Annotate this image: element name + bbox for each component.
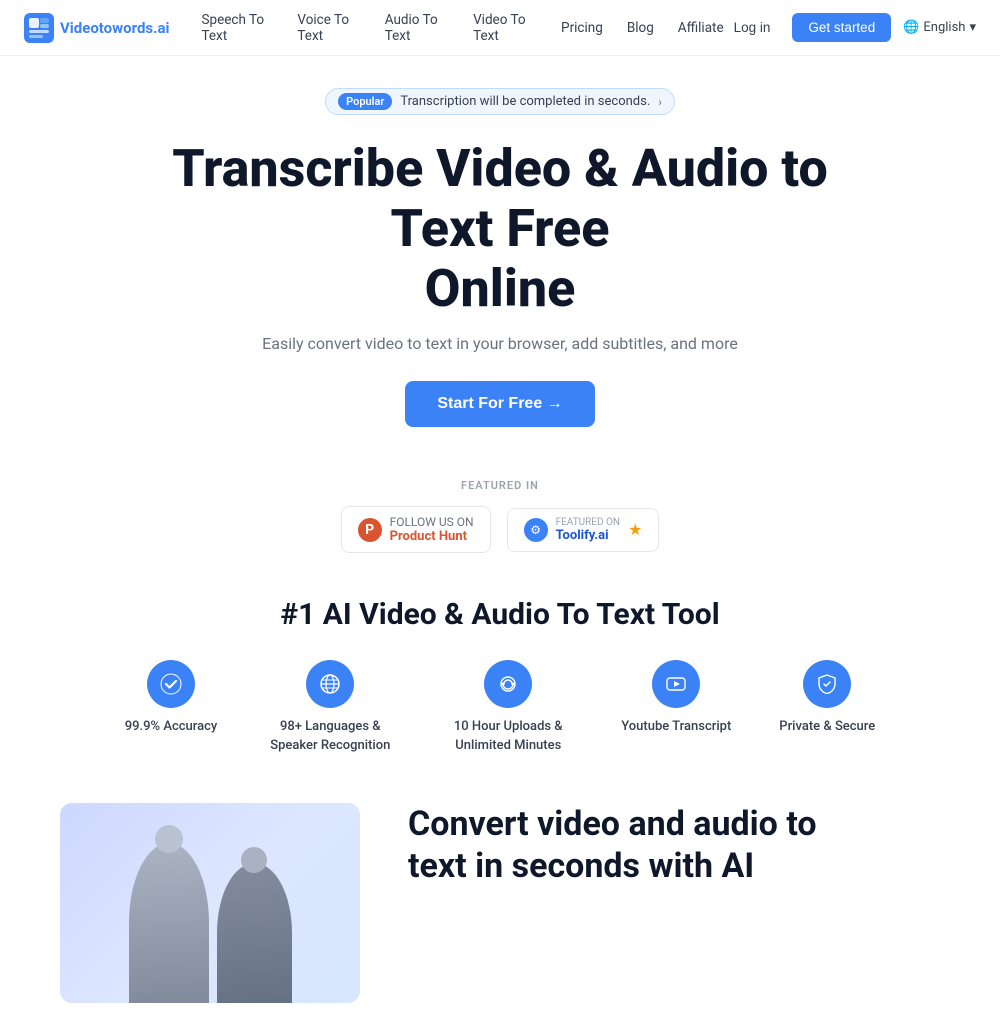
feature-uploads: 10 Hour Uploads & Unlimited Minutes (443, 660, 573, 754)
hero-section: Popular Transcription will be completed … (0, 56, 1000, 479)
popular-tag: Popular (338, 93, 392, 110)
languages-label: 98+ Languages & Speaker Recognition (265, 718, 395, 754)
uploads-icon (484, 660, 532, 708)
product-hunt-text: FOLLOW US ON Product Hunt (390, 515, 474, 544)
featured-logos: P FOLLOW US ON Product Hunt ⚙ FEATURED O… (341, 506, 660, 553)
uploads-label: 10 Hour Uploads & Unlimited Minutes (443, 718, 573, 754)
features-section: #1 AI Video & Audio To Text Tool 99.9% A… (0, 589, 1000, 782)
toolify-badge[interactable]: ⚙ FEATURED ON Toolify.ai ★ (507, 508, 660, 552)
nav-video-to-text[interactable]: Video To Text (473, 12, 537, 44)
toolify-text: FEATURED ON Toolify.ai (556, 517, 620, 543)
secure-icon (803, 660, 851, 708)
languages-icon (306, 660, 354, 708)
hero-image (60, 803, 360, 1003)
chevron-down-icon: ▾ (969, 20, 976, 35)
logo[interactable]: Videotowords.ai (24, 13, 169, 43)
nav-pricing[interactable]: Pricing (561, 20, 603, 36)
nav-audio-to-text[interactable]: Audio To Text (385, 12, 449, 44)
featured-label: FEATURED IN (461, 479, 539, 492)
flag-icon: 🌐 (903, 20, 919, 35)
feature-secure: Private & Secure (779, 660, 875, 754)
nav-links: Speech To Text Voice To Text Audio To Te… (201, 12, 723, 44)
nav-voice-to-text[interactable]: Voice To Text (297, 12, 360, 44)
features-grid: 99.9% Accuracy 98+ Languages & Speaker R… (125, 660, 875, 754)
nav-blog[interactable]: Blog (627, 20, 654, 36)
feature-youtube: Youtube Transcript (621, 660, 731, 754)
language-label: English (923, 20, 965, 35)
secure-label: Private & Secure (779, 718, 875, 736)
accuracy-label: 99.9% Accuracy (125, 718, 218, 736)
popular-text: Transcription will be completed in secon… (400, 94, 650, 109)
feature-accuracy: 99.9% Accuracy (125, 660, 218, 754)
chevron-right-icon: › (658, 95, 662, 109)
accuracy-icon (147, 660, 195, 708)
bottom-title: Convert video and audio to text in secon… (408, 803, 940, 888)
hero-title: Transcribe Video & Audio to Text Free On… (150, 139, 850, 318)
hero-subtitle: Easily convert video to text in your bro… (262, 334, 738, 353)
nav-speech-to-text[interactable]: Speech To Text (201, 12, 273, 44)
youtube-label: Youtube Transcript (621, 718, 731, 736)
logo-icon (24, 13, 54, 43)
features-title: #1 AI Video & Audio To Text Tool (280, 597, 719, 632)
nav-right: Log in Get started 🌐 English ▾ (724, 13, 976, 42)
bottom-section: Convert video and audio to text in secon… (0, 783, 1000, 1023)
featured-section: FEATURED IN P FOLLOW US ON Product Hunt … (0, 479, 1000, 553)
language-selector[interactable]: 🌐 English ▾ (903, 20, 976, 35)
navbar: Videotowords.ai Speech To Text Voice To … (0, 0, 1000, 56)
logo-text: Videotowords.ai (60, 19, 169, 37)
popular-badge[interactable]: Popular Transcription will be completed … (325, 88, 675, 115)
toolify-icon: ⚙ (524, 518, 548, 542)
bottom-text: Convert video and audio to text in secon… (408, 803, 940, 888)
product-hunt-badge[interactable]: P FOLLOW US ON Product Hunt (341, 506, 491, 553)
login-button[interactable]: Log in (724, 14, 781, 41)
nav-affiliate[interactable]: Affiliate (678, 20, 724, 36)
start-for-free-button[interactable]: Start For Free → (405, 381, 594, 427)
product-hunt-icon: P (358, 518, 382, 542)
youtube-icon (652, 660, 700, 708)
feature-languages: 98+ Languages & Speaker Recognition (265, 660, 395, 754)
get-started-button[interactable]: Get started (792, 13, 891, 42)
star-icon: ★ (628, 520, 642, 539)
